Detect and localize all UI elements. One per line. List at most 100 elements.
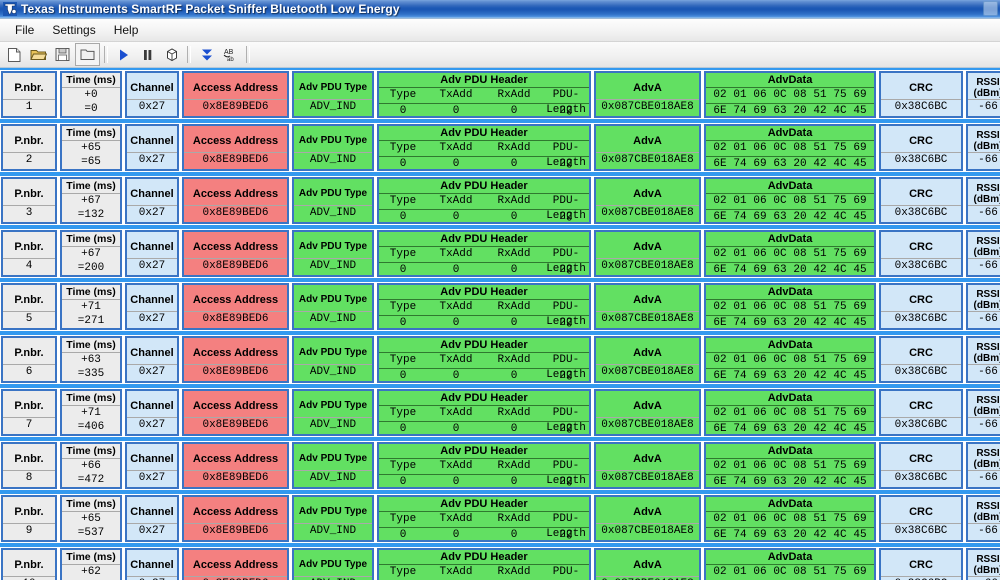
advdata-cell[interactable]: AdvData0201060C085175696E74696320424C45 <box>704 124 876 171</box>
adva-cell[interactable]: AdvA 0x087CBE018AE8 <box>594 389 701 436</box>
rssi-cell[interactable]: RSSI(dBm)-66 <box>966 283 1000 330</box>
crc-cell[interactable]: CRC 0x38C6BC <box>879 124 963 171</box>
advdata-cell[interactable]: AdvData0201060C085175696E74696320424C45 <box>704 548 876 580</box>
access-address-cell[interactable]: Access Address 0x8E89BED6 <box>182 71 289 118</box>
rssi-cell[interactable]: RSSI(dBm)-66 <box>966 389 1000 436</box>
adv-pdu-header-cell[interactable]: Adv PDU HeaderTypeTxAddRxAddPDU-Length00… <box>377 124 591 171</box>
access-address-cell[interactable]: Access Address 0x8E89BED6 <box>182 124 289 171</box>
crc-cell[interactable]: CRC 0x38C6BC <box>879 548 963 580</box>
access-address-cell[interactable]: Access Address 0x8E89BED6 <box>182 442 289 489</box>
packet-number-cell[interactable]: P.nbr. 6 <box>1 336 57 383</box>
adv-pdu-type-cell[interactable]: Adv PDU Type ADV_IND <box>292 283 374 330</box>
access-address-cell[interactable]: Access Address 0x8E89BED6 <box>182 336 289 383</box>
new-icon[interactable] <box>3 44 26 65</box>
rssi-cell[interactable]: RSSI(dBm)-66 <box>966 548 1000 580</box>
time-cell[interactable]: Time (ms)+62=600 <box>60 548 122 580</box>
adva-cell[interactable]: AdvA 0x087CBE018AE8 <box>594 177 701 224</box>
time-cell[interactable]: Time (ms) +63 =335 <box>60 336 122 383</box>
time-cell[interactable]: Time (ms) +65 =537 <box>60 495 122 542</box>
adva-cell[interactable]: AdvA 0x087CBE018AE8 <box>594 495 701 542</box>
packet-row[interactable]: P.nbr. 3 Time (ms) +67 =132 Channel 0x27 Access… <box>0 176 1000 225</box>
adv-pdu-type-cell[interactable]: Adv PDU Type ADV_IND <box>292 336 374 383</box>
open-folder-icon[interactable] <box>27 44 50 65</box>
adv-pdu-header-cell[interactable]: Adv PDU HeaderTypeTxAddRxAddPDU-Length00… <box>377 283 591 330</box>
access-address-cell[interactable]: Access Address 0x8E89BED6 <box>182 177 289 224</box>
rssi-cell[interactable]: RSSI(dBm)-66 <box>966 230 1000 277</box>
packet-number-cell[interactable]: P.nbr. 9 <box>1 495 57 542</box>
packet-number-cell[interactable]: P.nbr. 7 <box>1 389 57 436</box>
crc-cell[interactable]: CRC 0x38C6BC <box>879 71 963 118</box>
rssi-cell[interactable]: RSSI(dBm)-66 <box>966 124 1000 171</box>
channel-cell[interactable]: Channel 0x27 <box>125 283 179 330</box>
crc-cell[interactable]: CRC 0x38C6BC <box>879 283 963 330</box>
adv-pdu-type-cell[interactable]: Adv PDU Type ADV_IND <box>292 442 374 489</box>
adv-pdu-type-cell[interactable]: Adv PDU Type ADV_IND <box>292 548 374 580</box>
time-cell[interactable]: Time (ms) +67 =200 <box>60 230 122 277</box>
minimize-button[interactable] <box>983 1 998 16</box>
adv-pdu-type-cell[interactable]: Adv PDU Type ADV_IND <box>292 495 374 542</box>
crc-cell[interactable]: CRC 0x38C6BC <box>879 177 963 224</box>
pause-icon[interactable] <box>136 44 159 65</box>
scroll-down-icon[interactable] <box>195 44 218 65</box>
channel-cell[interactable]: Channel 0x27 <box>125 336 179 383</box>
packet-number-cell[interactable]: P.nbr. 3 <box>1 177 57 224</box>
window-controls[interactable] <box>983 1 998 16</box>
crc-cell[interactable]: CRC 0x38C6BC <box>879 230 963 277</box>
adv-pdu-type-cell[interactable]: Adv PDU Type ADV_IND <box>292 177 374 224</box>
access-address-cell[interactable]: Access Address 0x8E89BED6 <box>182 495 289 542</box>
channel-cell[interactable]: Channel 0x27 <box>125 548 179 580</box>
rssi-cell[interactable]: RSSI(dBm)-66 <box>966 495 1000 542</box>
channel-cell[interactable]: Channel 0x27 <box>125 124 179 171</box>
channel-cell[interactable]: Channel 0x27 <box>125 389 179 436</box>
adva-cell[interactable]: AdvA 0x087CBE018AE8 <box>594 442 701 489</box>
time-cell[interactable]: Time (ms) +0 =0 <box>60 71 122 118</box>
packet-row[interactable]: P.nbr. 6 Time (ms) +63 =335 Channel 0x27 Access… <box>0 335 1000 384</box>
advdata-cell[interactable]: AdvData0201060C085175696E74696320424C45 <box>704 71 876 118</box>
packet-number-cell[interactable]: P.nbr. 8 <box>1 442 57 489</box>
adv-pdu-type-cell[interactable]: Adv PDU Type ADV_IND <box>292 124 374 171</box>
adv-pdu-header-cell[interactable]: Adv PDU HeaderTypeTxAddRxAddPDU-Length00… <box>377 442 591 489</box>
packet-list[interactable]: P.nbr. 1 Time (ms) +0 =0 Channel 0x27 Access Ad… <box>0 68 1000 580</box>
channel-cell[interactable]: Channel 0x27 <box>125 230 179 277</box>
packet-row[interactable]: P.nbr. 9 Time (ms) +65 =537 Channel 0x27 Access… <box>0 494 1000 543</box>
adv-pdu-type-cell[interactable]: Adv PDU Type ADV_IND <box>292 71 374 118</box>
channel-cell[interactable]: Channel 0x27 <box>125 177 179 224</box>
packet-number-cell[interactable]: P.nbr. 1 <box>1 71 57 118</box>
adva-cell[interactable]: AdvA 0x087CBE018AE8 <box>594 336 701 383</box>
adva-cell[interactable]: AdvA 0x087CBE018AE8 <box>594 283 701 330</box>
packet-row[interactable]: P.nbr. 7 Time (ms) +71 =406 Channel 0x27 Access… <box>0 388 1000 437</box>
crc-cell[interactable]: CRC 0x38C6BC <box>879 389 963 436</box>
access-address-cell[interactable]: Access Address 0x8E89BED6 <box>182 283 289 330</box>
crc-cell[interactable]: CRC 0x38C6BC <box>879 442 963 489</box>
play-icon[interactable] <box>112 44 135 65</box>
adv-pdu-header-cell[interactable]: Adv PDU HeaderTypeTxAddRxAddPDU-Length00… <box>377 336 591 383</box>
ab-toggle-icon[interactable]: AB ab <box>219 44 242 65</box>
channel-cell[interactable]: Channel 0x27 <box>125 71 179 118</box>
crc-cell[interactable]: CRC 0x38C6BC <box>879 336 963 383</box>
rssi-cell[interactable]: RSSI(dBm)-66 <box>966 177 1000 224</box>
packet-row[interactable]: P.nbr. 2 Time (ms) +65 =65 Channel 0x27 Access … <box>0 123 1000 172</box>
time-cell[interactable]: Time (ms) +67 =132 <box>60 177 122 224</box>
adv-pdu-header-cell[interactable]: Adv PDU HeaderTypeTxAddRxAddPDU-Length00… <box>377 177 591 224</box>
packet-row[interactable]: P.nbr. 5 Time (ms) +71 =271 Channel 0x27 Access… <box>0 282 1000 331</box>
packet-number-cell[interactable]: P.nbr. 4 <box>1 230 57 277</box>
save-icon[interactable] <box>51 44 74 65</box>
rssi-cell[interactable]: RSSI(dBm)-66 <box>966 71 1000 118</box>
time-cell[interactable]: Time (ms) +71 =271 <box>60 283 122 330</box>
advdata-cell[interactable]: AdvData0201060C085175696E74696320424C45 <box>704 389 876 436</box>
menu-item-settings[interactable]: Settings <box>43 21 104 39</box>
clear-icon[interactable] <box>160 44 183 65</box>
menu-item-help[interactable]: Help <box>105 21 148 39</box>
access-address-cell[interactable]: Access Address 0x8E89BED6 <box>182 230 289 277</box>
adv-pdu-header-cell[interactable]: Adv PDU HeaderTypeTxAddRxAddPDU-Length00… <box>377 495 591 542</box>
adva-cell[interactable]: AdvA 0x087CBE018AE8 <box>594 548 701 580</box>
packet-row[interactable]: P.nbr. 1 Time (ms) +0 =0 Channel 0x27 Access Ad… <box>0 70 1000 119</box>
adv-pdu-type-cell[interactable]: Adv PDU Type ADV_IND <box>292 389 374 436</box>
access-address-cell[interactable]: Access Address 0x8E89BED6 <box>182 389 289 436</box>
adv-pdu-header-cell[interactable]: Adv PDU HeaderTypeTxAddRxAddPDU-Length00… <box>377 71 591 118</box>
adv-pdu-header-cell[interactable]: Adv PDU HeaderTypeTxAddRxAddPDU-Length00… <box>377 230 591 277</box>
packet-number-cell[interactable]: P.nbr. 10 <box>1 548 57 580</box>
packet-row[interactable]: P.nbr. 10 Time (ms)+62=600 Channel 0x27 Acces… <box>0 547 1000 580</box>
time-cell[interactable]: Time (ms) +66 =472 <box>60 442 122 489</box>
advdata-cell[interactable]: AdvData0201060C085175696E74696320424C45 <box>704 283 876 330</box>
